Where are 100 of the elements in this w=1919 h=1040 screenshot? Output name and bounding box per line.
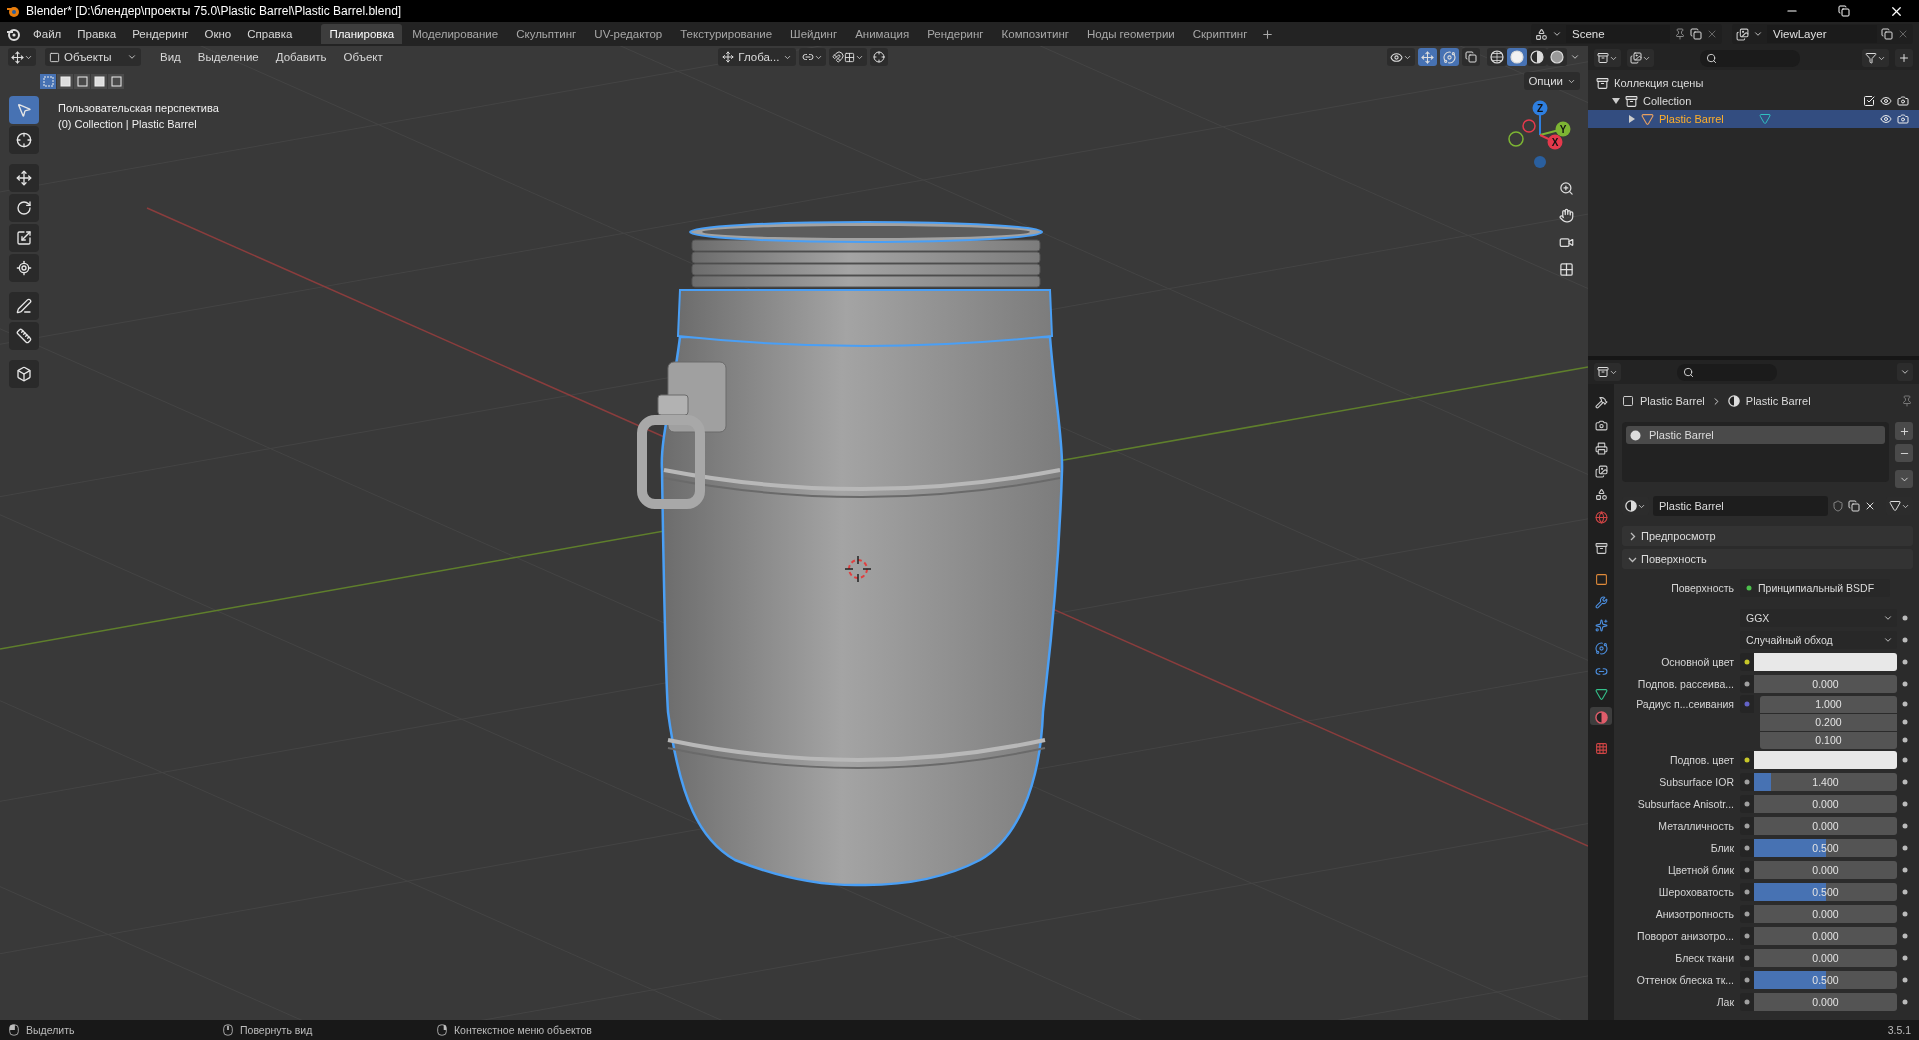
options-dropdown[interactable]: Опции	[1524, 72, 1580, 90]
keyframe-icon[interactable]	[1902, 999, 1908, 1005]
keyframe-icon[interactable]	[1902, 681, 1908, 687]
number-slider[interactable]: 0.000	[1754, 927, 1897, 945]
number-slider[interactable]: 0.000	[1754, 795, 1897, 813]
socket-icon[interactable]	[1744, 889, 1750, 895]
breadcrumb-item[interactable]: Plastic Barrel	[1745, 395, 1811, 407]
orientation-dropdown[interactable]: Глоба...	[718, 48, 797, 66]
properties-tab[interactable]	[1590, 707, 1612, 725]
workspace-tab[interactable]: Ноды геометрии	[1079, 24, 1183, 44]
keyframe-icon[interactable]	[1902, 823, 1908, 829]
number-field[interactable]: 0.100	[1760, 731, 1897, 749]
camera-icon[interactable]	[1897, 95, 1909, 107]
socket-icon[interactable]	[1744, 911, 1750, 917]
menu-item[interactable]: Правка	[70, 25, 124, 43]
socket-icon[interactable]	[1744, 681, 1750, 687]
navigation-gizmo-drawing[interactable]	[1508, 100, 1571, 168]
number-field[interactable]: 1.000	[1760, 695, 1897, 713]
scale-tool[interactable]	[9, 224, 39, 252]
keyframe-icon[interactable]	[1902, 719, 1908, 725]
eye-icon[interactable]	[1880, 113, 1892, 125]
socket-icon[interactable]	[1744, 779, 1750, 785]
workspace-tab[interactable]: Моделирование	[404, 24, 507, 44]
checkbox-icon[interactable]	[1863, 95, 1875, 107]
mesh-data-icon[interactable]	[1758, 113, 1771, 125]
menu-item[interactable]: Справка	[240, 25, 300, 43]
camera-icon[interactable]	[1897, 113, 1909, 125]
keyframe-icon[interactable]	[1902, 615, 1908, 621]
menu-item[interactable]: Окно	[197, 25, 239, 43]
annotate-tool[interactable]	[9, 292, 39, 320]
add-slot-button[interactable]	[1895, 422, 1913, 440]
number-slider[interactable]: 1.400	[1754, 773, 1897, 791]
selection-mode-button[interactable]	[74, 73, 90, 89]
dropdown[interactable]: Случайный обход	[1740, 631, 1897, 649]
editor-type-button[interactable]	[1594, 363, 1621, 381]
mode-dropdown[interactable]: Объекты	[45, 48, 141, 66]
app-logo-icon[interactable]	[6, 27, 20, 41]
keyframe-icon[interactable]	[1902, 977, 1908, 983]
selection-mode-button[interactable]	[108, 73, 124, 89]
number-slider[interactable]: 0.000	[1754, 949, 1897, 967]
view-layer-button[interactable]	[1627, 49, 1654, 67]
workspace-tab[interactable]: Скриптинг	[1184, 24, 1256, 44]
socket-icon[interactable]	[1744, 659, 1750, 665]
number-slider[interactable]: 0.000	[1754, 993, 1897, 1011]
workspace-tab[interactable]: Композитинг	[993, 24, 1077, 44]
outliner-row[interactable]: Plastic Barrel	[1588, 110, 1919, 128]
color-swatch[interactable]	[1754, 653, 1897, 671]
color-swatch[interactable]	[1754, 751, 1897, 769]
keyframe-icon[interactable]	[1902, 701, 1908, 707]
pin-icon[interactable]	[1901, 395, 1913, 407]
socket-icon[interactable]	[1744, 933, 1750, 939]
select-box-tool[interactable]	[9, 96, 39, 124]
keyframe-icon[interactable]	[1902, 933, 1908, 939]
pivot-button[interactable]	[799, 48, 827, 66]
material-name-field[interactable]: Plastic Barrel	[1653, 496, 1828, 516]
copy-icon[interactable]	[1848, 500, 1860, 512]
new-collection-button[interactable]	[1895, 49, 1913, 67]
display-mode-button[interactable]	[1594, 49, 1621, 67]
workspace-tab[interactable]: Текстурирование	[672, 24, 781, 44]
snap-button[interactable]	[829, 48, 868, 66]
breadcrumb-item[interactable]: Plastic Barrel	[1640, 395, 1705, 407]
menu-item[interactable]: Вид	[153, 48, 188, 66]
workspace-tab[interactable]: Анимация	[847, 24, 918, 44]
socket-icon[interactable]	[1744, 999, 1750, 1005]
eye-icon[interactable]	[1880, 95, 1892, 107]
scene-selector[interactable]: Scene	[1531, 24, 1722, 44]
workspace-tab[interactable]: UV-редактор	[586, 24, 671, 44]
selection-mode-button[interactable]	[40, 73, 56, 89]
socket-icon[interactable]	[1744, 977, 1750, 983]
search-field[interactable]	[1677, 363, 1777, 381]
disclosure-triangle-icon[interactable]	[1612, 97, 1620, 105]
socket-icon[interactable]	[1744, 955, 1750, 961]
filter-button[interactable]	[1862, 49, 1889, 67]
selection-mode-button[interactable]	[91, 73, 107, 89]
remove-slot-button[interactable]	[1895, 444, 1913, 462]
keyframe-icon[interactable]	[1902, 889, 1908, 895]
workspace-tab[interactable]: Скульптинг	[508, 24, 585, 44]
keyframe-icon[interactable]	[1902, 737, 1908, 743]
menu-item[interactable]: Рендеринг	[125, 25, 196, 43]
close-icon[interactable]	[1864, 500, 1876, 512]
copy-icon[interactable]	[1690, 28, 1702, 40]
number-slider[interactable]: 0.000	[1754, 675, 1897, 693]
shader-selector[interactable]: Принципиальный BSDF	[1740, 579, 1890, 597]
shield-icon[interactable]	[1832, 500, 1844, 512]
overlay-toggle[interactable]	[1440, 48, 1459, 66]
copy-icon[interactable]	[1881, 28, 1893, 40]
number-slider[interactable]: 0.000	[1754, 861, 1897, 879]
keyframe-icon[interactable]	[1902, 637, 1908, 643]
menu-item[interactable]: Добавить	[268, 48, 334, 66]
view-layer-selector[interactable]: ViewLayer	[1732, 24, 1913, 44]
socket-icon[interactable]	[1744, 823, 1750, 829]
socket-icon[interactable]	[1744, 845, 1750, 851]
workspace-tab[interactable]: Планировка	[321, 24, 403, 44]
dropdown[interactable]: GGX	[1740, 609, 1897, 627]
proportional-edit-button[interactable]	[870, 48, 889, 66]
keyframe-icon[interactable]	[1902, 955, 1908, 961]
selection-mode-button[interactable]	[57, 73, 73, 89]
cursor-tool[interactable]	[9, 126, 39, 154]
outliner-row[interactable]: Коллекция сцены	[1588, 74, 1919, 92]
add-cube-tool[interactable]	[9, 360, 39, 388]
